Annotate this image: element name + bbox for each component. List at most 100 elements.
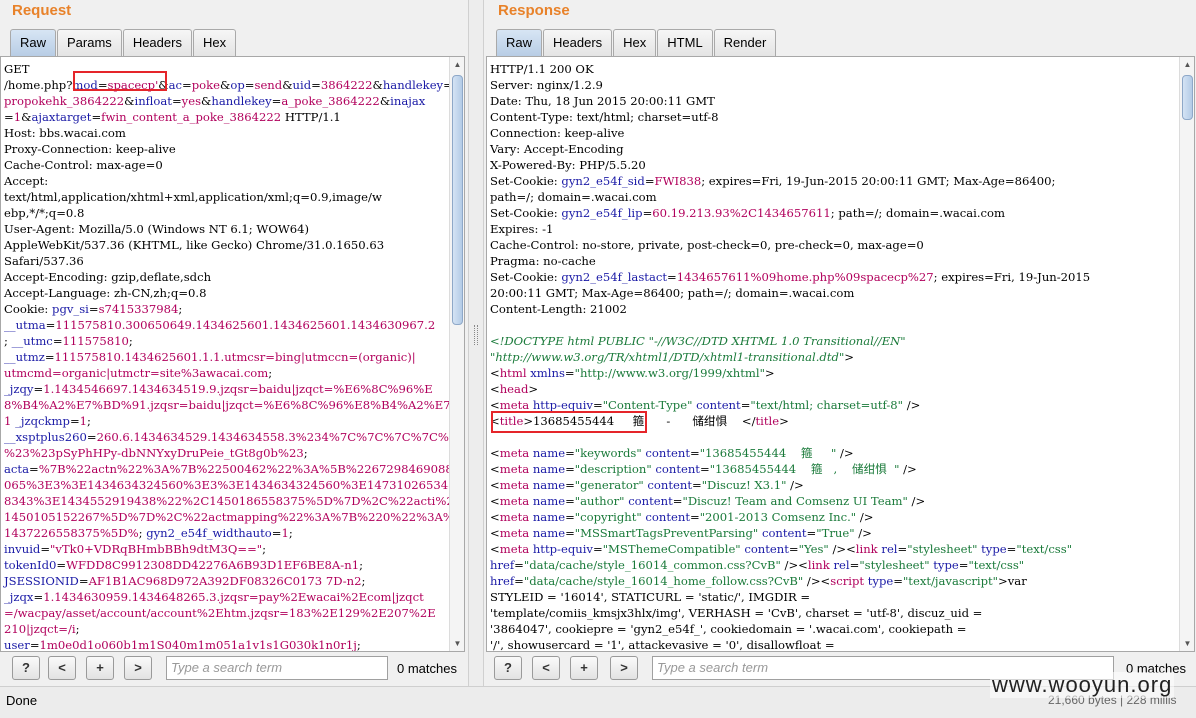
code-line: Cache-Control: max-age=0	[4, 157, 464, 173]
code-token: =	[958, 558, 969, 572]
scroll-down-icon[interactable]: ▼	[1180, 636, 1194, 651]
code-token: "text/javascript"	[902, 574, 999, 588]
request-editor[interactable]: GET/home.php?mod=spacecp'&ac=poke&op=sen…	[0, 56, 465, 652]
code-token: =	[690, 510, 700, 524]
code-token: X-Powered-By: PHP/5.5.20	[490, 158, 646, 172]
code-token: content	[744, 542, 789, 556]
response-tab-raw[interactable]: Raw	[496, 29, 543, 56]
code-token: ; path=/; domain=.wacai.com	[830, 206, 1006, 220]
response-title: Response	[498, 2, 570, 19]
code-token: http-equiv	[532, 542, 593, 556]
code-token: =	[690, 446, 700, 460]
previous-button[interactable]: <	[532, 656, 560, 680]
add-button[interactable]: +	[86, 656, 114, 680]
code-token: =	[56, 558, 67, 572]
code-line: <meta name="author" content="Discuz! Tea…	[490, 493, 1090, 509]
scroll-thumb[interactable]	[452, 75, 463, 325]
request-scrollbar[interactable]: ▲ ▼	[449, 57, 464, 651]
code-token: >	[779, 414, 789, 428]
code-token: =	[244, 78, 255, 92]
previous-button[interactable]: <	[48, 656, 76, 680]
code-token: =	[692, 478, 702, 492]
code-token: name	[532, 526, 566, 540]
code-token: <	[490, 510, 500, 524]
code-token: =	[565, 478, 575, 492]
code-line: Connection: keep-alive	[490, 125, 1090, 141]
scroll-up-icon[interactable]: ▲	[1180, 57, 1194, 72]
pane-divider[interactable]	[468, 0, 484, 686]
response-tab-headers[interactable]: Headers	[543, 29, 613, 56]
code-token: text/html,application/xhtml+xml,applicat…	[4, 190, 382, 204]
divider-grip[interactable]	[474, 325, 478, 345]
request-tab-raw[interactable]: Raw	[10, 29, 57, 56]
code-token: "2001-2013 Comsenz Inc."	[699, 510, 857, 524]
code-token: =	[52, 334, 63, 348]
code-line: href="data/cache/style_16014_common.css?…	[490, 557, 1090, 573]
request-body[interactable]: GET/home.php?mod=spacecp'&ac=poke&op=sen…	[4, 61, 465, 652]
code-token: />	[836, 446, 854, 460]
code-token: yes	[181, 94, 202, 108]
code-token: 065%3E3%3E1434634324560%3E3%3E1434634324…	[4, 478, 465, 492]
code-line: 8343%3E1434552919438%22%2C1450186558375%…	[4, 493, 465, 509]
next-button[interactable]: >	[124, 656, 152, 680]
code-token: gyn2_e54f_sid	[561, 174, 645, 188]
code-line: X-Powered-By: PHP/5.5.20	[490, 157, 1090, 173]
code-token: />	[786, 478, 804, 492]
code-token: a_poke_3864222	[281, 94, 380, 108]
code-line: Safari/537.36	[4, 253, 464, 269]
code-token: ;	[128, 334, 133, 348]
code-line: Set-Cookie: gyn2_e54f_lastact=1434657611…	[490, 269, 1090, 285]
request-tab-hex[interactable]: Hex	[192, 29, 237, 56]
code-line: %23%23pSyPhHPy-dbNNYxyDruPeie_tGt8g0b%23…	[4, 445, 464, 461]
code-token: handlekey	[382, 78, 444, 92]
code-token: Proxy-Connection: keep-alive	[4, 142, 176, 156]
code-token: type	[933, 558, 959, 572]
add-button[interactable]: +	[570, 656, 598, 680]
next-button[interactable]: >	[610, 656, 638, 680]
code-token: "Yes"	[798, 542, 829, 556]
help-button[interactable]: ?	[12, 656, 40, 680]
code-token: =	[514, 558, 524, 572]
scroll-up-icon[interactable]: ▲	[450, 57, 464, 72]
request-search-input[interactable]: Type a search term	[166, 656, 388, 680]
code-token: =	[806, 526, 817, 540]
code-token: =	[565, 462, 575, 476]
code-token: op	[230, 78, 245, 92]
request-tab-params[interactable]: Params	[57, 29, 122, 56]
code-token: HTTP/1.1 200 OK	[490, 62, 594, 76]
request-tab-headers[interactable]: Headers	[122, 29, 192, 56]
code-line: 1 _jzqckmp=1;	[4, 413, 464, 429]
response-tab-render[interactable]: Render	[713, 29, 777, 56]
response-scrollbar[interactable]: ▲ ▼	[1179, 57, 1194, 651]
response-tab-hex[interactable]: Hex	[613, 29, 657, 56]
code-token: 1434657611%09home.php%09spacecp%27	[676, 270, 934, 284]
code-token: =	[897, 542, 908, 556]
code-token: 8343%3E1434552919438%22%2C1450186558375%…	[4, 494, 465, 508]
code-token: gyn2_e54f_lip	[561, 206, 643, 220]
code-token: ;	[87, 414, 91, 428]
code-line: utmcmd=organic|utmctr=site%3awacai.com;	[4, 365, 464, 381]
help-button[interactable]: ?	[494, 656, 522, 680]
response-tab-html[interactable]: HTML	[657, 29, 713, 56]
code-token: 1	[79, 414, 88, 428]
code-line: '/', showusercard = '1', attackevasive =…	[490, 637, 1090, 651]
code-line: Content-Type: text/html; charset=utf-8	[490, 109, 1090, 125]
code-line: STYLEID = '16014', STATICURL = 'static/'…	[490, 589, 1090, 605]
code-token: "http://www.w3.org/1999/xhtml"	[574, 366, 765, 380]
response-editor[interactable]: HTTP/1.1 200 OK Server: nginx/1.2.9 Date: …	[486, 56, 1195, 652]
code-token: '3864047', cookiepre = 'gyn2_e54f_', coo…	[490, 622, 967, 636]
code-line: <meta name="keywords" content="136854554…	[490, 445, 1090, 461]
code-token: ;	[262, 542, 267, 556]
code-token: _jzqckmp	[15, 414, 70, 428]
scroll-down-icon[interactable]: ▼	[450, 636, 464, 651]
response-tabs: Raw Headers Hex HTML Render	[496, 29, 777, 56]
scroll-thumb[interactable]	[1182, 75, 1193, 120]
code-token: name	[532, 494, 566, 508]
code-token: ;	[356, 638, 361, 652]
code-token: inajax	[390, 94, 426, 108]
code-line: <html xmlns="http://www.w3.org/1999/xhtm…	[490, 365, 1090, 381]
response-body[interactable]: HTTP/1.1 200 OK Server: nginx/1.2.9 Date: …	[490, 61, 1090, 651]
code-token: 111575810.300650649.1434625601.143462560…	[55, 318, 436, 332]
code-token: FWI838	[654, 174, 702, 188]
